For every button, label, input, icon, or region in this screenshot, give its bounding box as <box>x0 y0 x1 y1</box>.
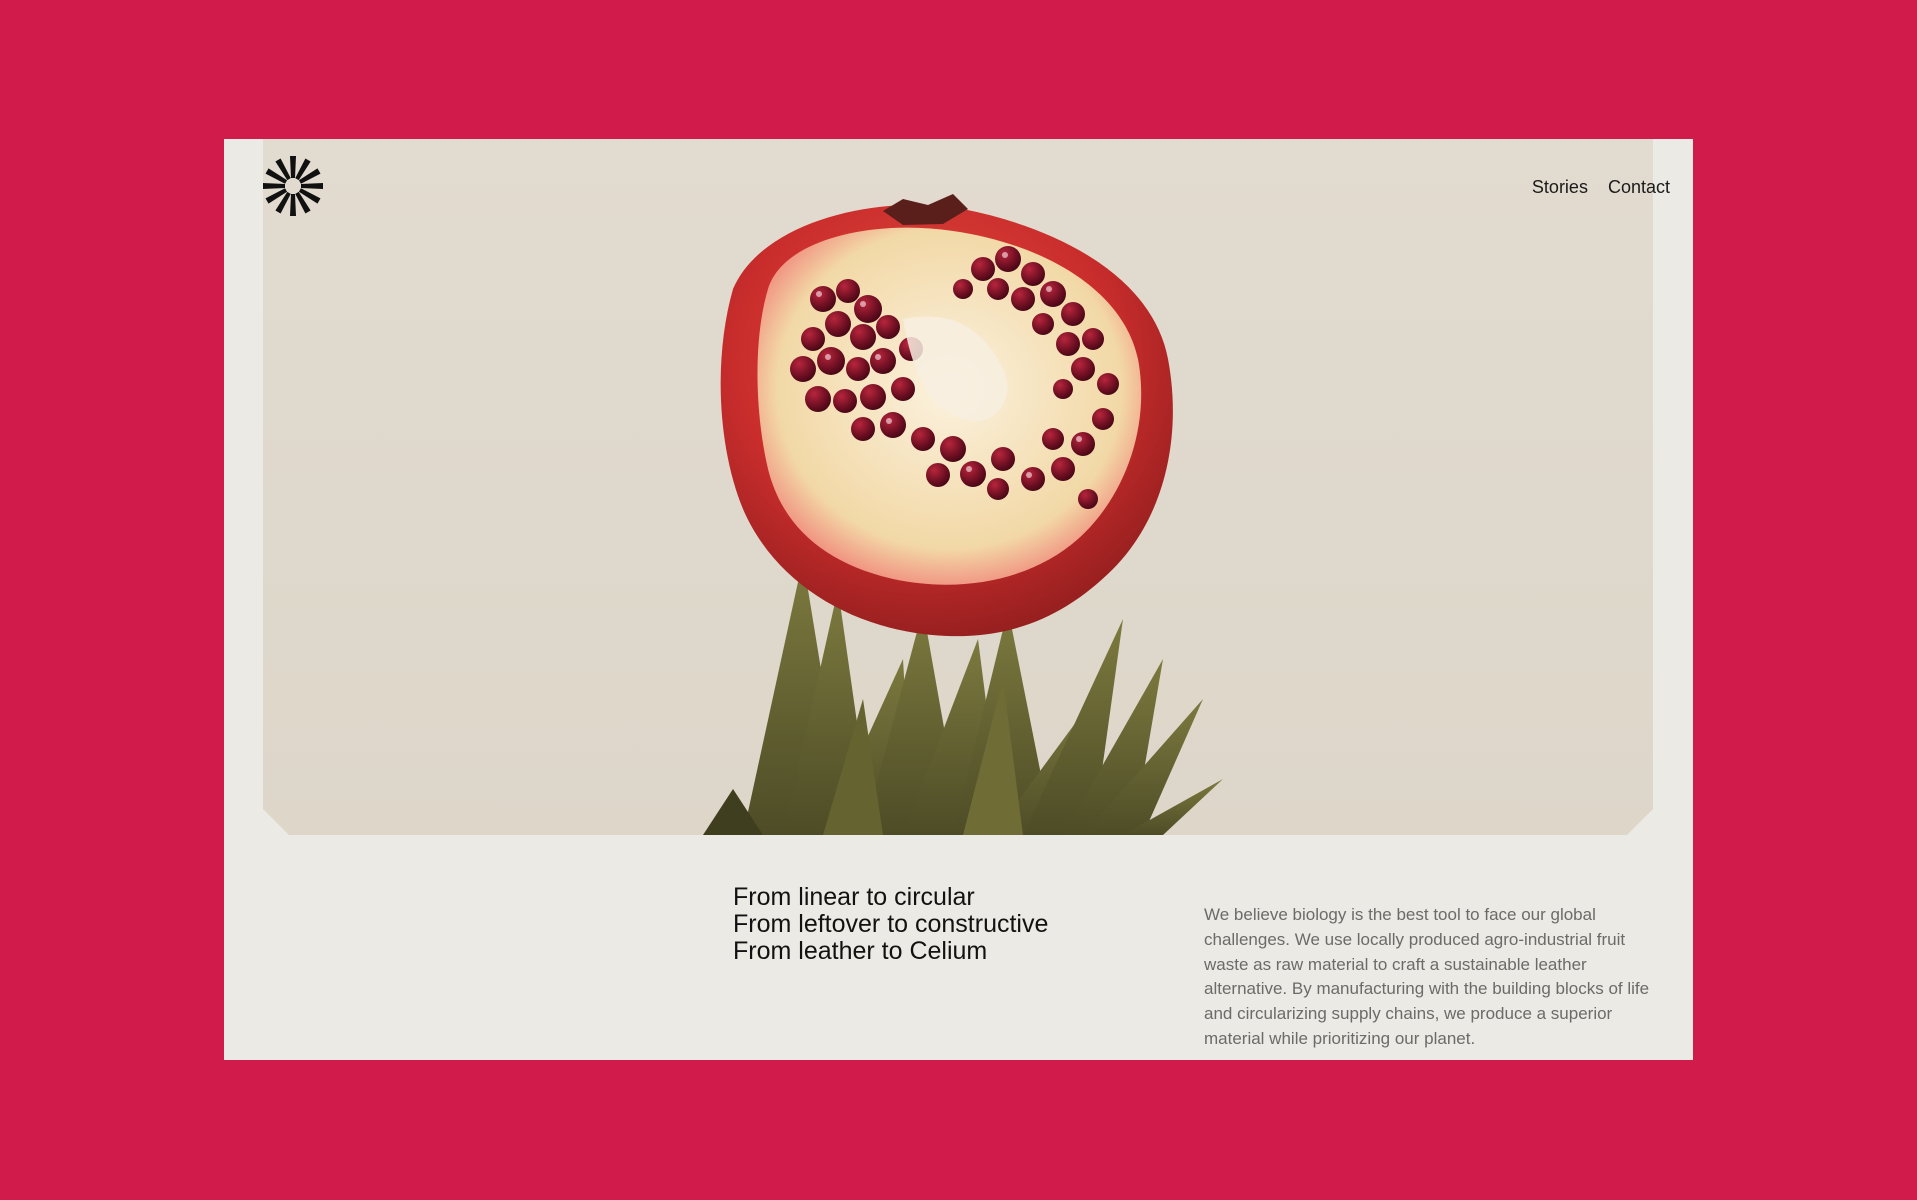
celium-logo-icon[interactable] <box>262 155 324 217</box>
hero-image <box>263 139 1653 835</box>
tagline-line: From leather to Celium <box>733 937 988 965</box>
nav-link-stories[interactable]: Stories <box>1532 177 1588 198</box>
main-nav: Stories Contact <box>1532 177 1670 198</box>
tagline-line: From linear to circular <box>733 883 975 911</box>
tagline-line: From leftover to constructive <box>733 910 1049 938</box>
website-preview: Stories Contact From linear to circular … <box>224 139 1693 1060</box>
pomegranate-illustration <box>263 139 1653 835</box>
tagline: From linear to circular From leftover to… <box>733 884 1153 965</box>
nav-link-contact[interactable]: Contact <box>1608 177 1670 198</box>
description-paragraph: We believe biology is the best tool to f… <box>1204 905 1650 1048</box>
